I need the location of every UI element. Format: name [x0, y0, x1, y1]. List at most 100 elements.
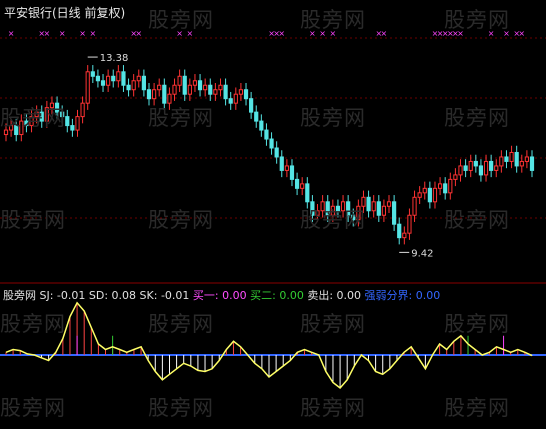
- watermark: 股旁网: [0, 208, 66, 232]
- watermark: 股旁网: [444, 8, 510, 32]
- indicator-value: 0.00: [275, 289, 304, 302]
- candle-body: [177, 75, 182, 86]
- candle-body: [448, 178, 453, 194]
- candle-body: [151, 89, 157, 100]
- candle-body: [218, 84, 223, 91]
- indicator-bar: 股旁网 SJ: -0.01 SD: 0.08 SK: -0.01 买一: 0.0…: [3, 287, 440, 303]
- candle-body: [463, 165, 468, 171]
- candle-body: [146, 89, 152, 100]
- buy-marker: ×: [381, 29, 388, 38]
- candle-body: [131, 80, 136, 91]
- candle-body: [90, 71, 95, 77]
- watermark: 股旁网: [148, 208, 214, 232]
- candle-body: [233, 93, 238, 104]
- candle-body: [305, 183, 310, 203]
- candle-body: [483, 160, 489, 176]
- candle-body: [284, 165, 289, 171]
- candle-body: [529, 156, 535, 171]
- candle-body: [197, 80, 203, 91]
- watermark: 股旁网: [300, 396, 366, 420]
- candle-body: [121, 71, 126, 86]
- buy-marker: ×: [44, 29, 51, 38]
- candle-body: [514, 151, 519, 167]
- indicator-label: SJ:: [39, 289, 54, 302]
- candle-body: [80, 102, 85, 118]
- annotation-label: 9.42: [411, 248, 433, 259]
- candle-body: [249, 98, 254, 113]
- candle-body: [443, 183, 448, 194]
- candle-body: [208, 84, 213, 95]
- candle-body: [182, 75, 187, 95]
- candle-body: [172, 84, 177, 95]
- candle-body: [371, 201, 376, 212]
- candle-body: [427, 187, 432, 203]
- candle-body: [100, 80, 106, 86]
- watermark: 股旁网: [300, 208, 366, 232]
- watermark: 股旁网: [148, 8, 214, 32]
- candle-body: [489, 160, 494, 171]
- candle-body: [264, 129, 269, 140]
- watermark: 股旁网: [0, 106, 66, 130]
- candle-body: [376, 201, 381, 216]
- watermark: 股旁网: [444, 208, 510, 232]
- candle-body: [453, 174, 458, 180]
- watermark: 股旁网: [300, 106, 366, 130]
- candle-body: [478, 165, 484, 176]
- candle-body: [402, 232, 407, 239]
- candle-body: [116, 71, 121, 82]
- candle-body: [499, 156, 504, 167]
- indicator-label: SD:: [85, 289, 109, 302]
- watermark: 股旁网: [148, 396, 214, 420]
- candle-body: [203, 84, 208, 91]
- indicator-value: 0.00: [412, 289, 441, 302]
- watermark: 股旁网: [300, 8, 366, 32]
- candle-body: [412, 196, 417, 216]
- candle-body: [228, 98, 233, 104]
- candle-body: [85, 71, 90, 104]
- candle-body: [192, 80, 198, 86]
- candle-body: [95, 75, 101, 82]
- candle-body: [519, 160, 524, 167]
- watermark: 股旁网: [444, 396, 510, 420]
- buy-marker: ×: [518, 29, 525, 38]
- indicator-label: 买二:: [246, 289, 276, 302]
- candle-body: [243, 89, 249, 100]
- candle-body: [417, 192, 422, 198]
- watermark: 股旁网: [444, 312, 510, 336]
- annotation-layer: 13.38 9.42: [87, 53, 433, 259]
- candle-body: [274, 147, 279, 158]
- buy-marker: ×: [79, 29, 86, 38]
- annotation-label: 13.38: [100, 53, 129, 64]
- candle-body: [458, 165, 463, 176]
- indicator-value: 0.08: [108, 289, 137, 302]
- indicator-label: 买一:: [189, 289, 219, 302]
- candle-body: [392, 201, 397, 225]
- indicator-value: 0.00: [218, 289, 247, 302]
- watermark: 股旁网: [0, 312, 66, 336]
- candle-body: [126, 84, 131, 91]
- indicator-label: SK:: [136, 289, 158, 302]
- candle-body: [437, 183, 443, 189]
- candle-body: [432, 187, 438, 203]
- candle-body: [366, 196, 371, 212]
- buy-marker: ×: [8, 29, 15, 38]
- watermark: 股旁网: [300, 312, 366, 336]
- candle-body: [509, 151, 514, 162]
- grid-layer: [0, 37, 546, 284]
- indicator-value: -0.01: [157, 289, 190, 302]
- candle-body: [397, 223, 402, 239]
- candle-body: [238, 89, 244, 95]
- candle-body: [422, 187, 427, 194]
- buy-marker: ×: [89, 29, 96, 38]
- candle-body: [494, 165, 499, 171]
- candle-body: [106, 75, 111, 86]
- watermark: 股旁网: [444, 106, 510, 130]
- candle-body: [386, 201, 392, 207]
- watermark: 股旁网: [148, 106, 214, 130]
- candle-body: [65, 116, 70, 127]
- candle-body: [157, 84, 162, 91]
- indicator-value: 0.00: [333, 289, 362, 302]
- candle-body: [407, 214, 412, 234]
- chart-title: 平安银行(日线 前复权): [4, 6, 126, 20]
- candle-body: [111, 75, 116, 82]
